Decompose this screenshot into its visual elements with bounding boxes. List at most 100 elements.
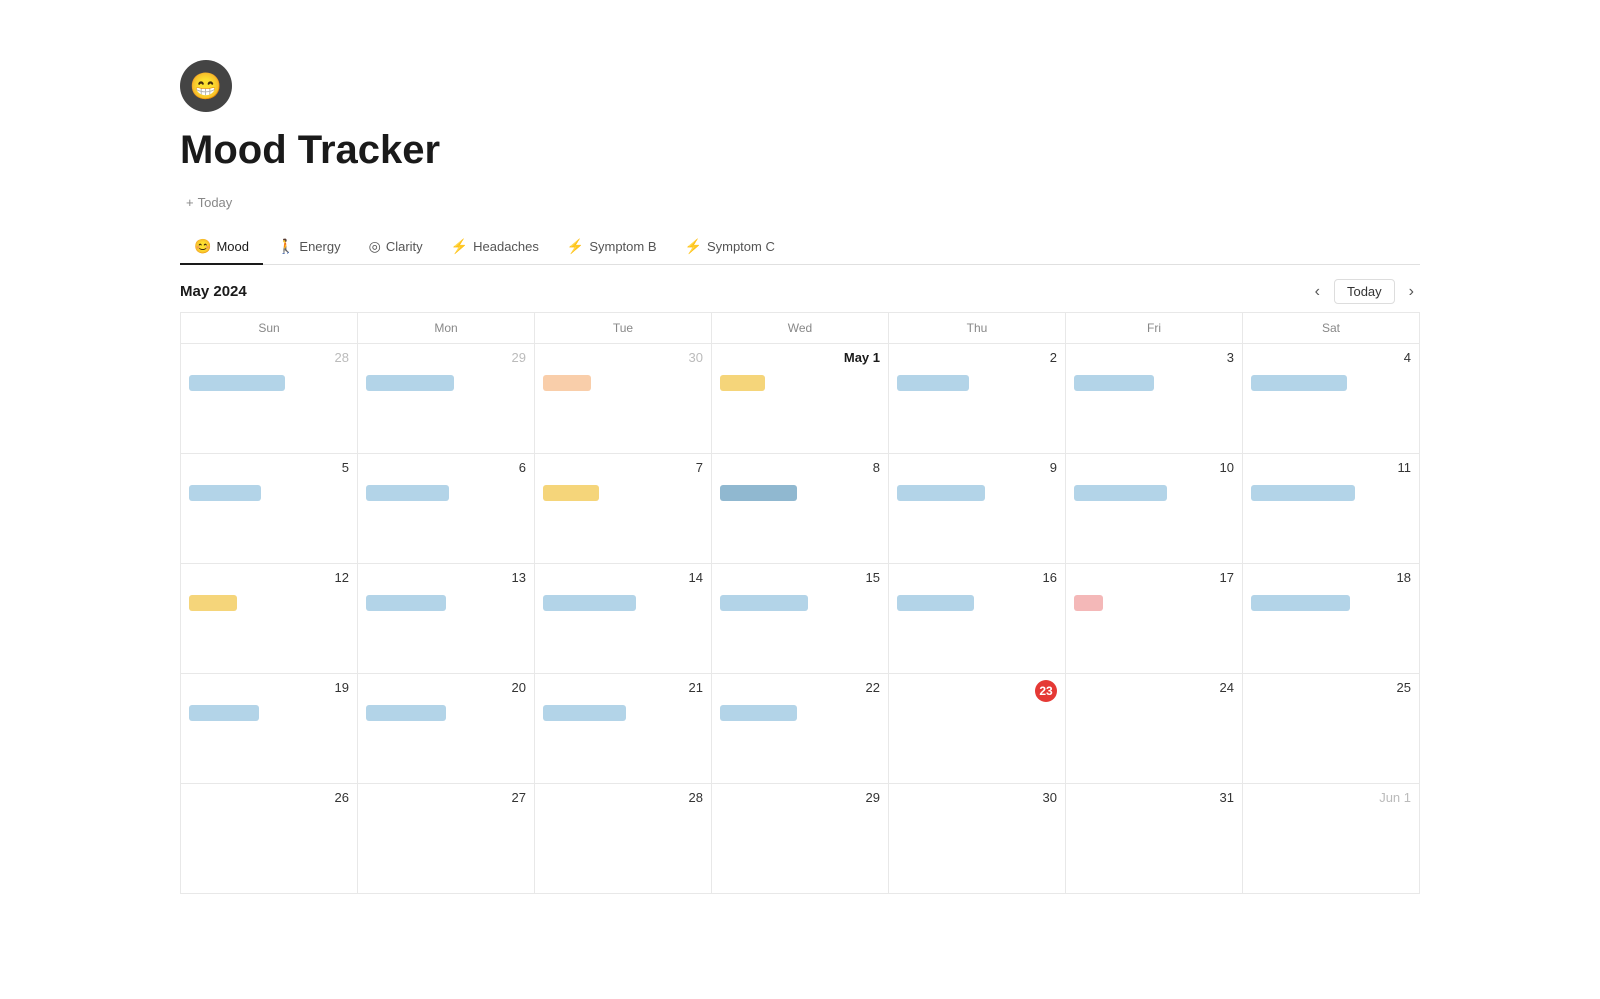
event-bar[interactable] <box>1251 595 1350 611</box>
date-number: 26 <box>335 790 349 805</box>
date-number: 16 <box>1043 570 1057 585</box>
calendar-cell[interactable]: 30 <box>889 784 1066 894</box>
calendar-cell[interactable]: 18 <box>1243 564 1420 674</box>
event-bar[interactable] <box>720 595 808 611</box>
calendar-cell[interactable]: 12 <box>181 564 358 674</box>
event-bar[interactable] <box>189 375 285 391</box>
date-number: 9 <box>1050 460 1057 475</box>
calendar-cell[interactable]: 15 <box>712 564 889 674</box>
event-bar[interactable] <box>543 375 591 391</box>
calendar-cell[interactable]: 23 <box>889 674 1066 784</box>
tab-symptom-c[interactable]: ⚡Symptom C <box>671 230 789 265</box>
event-bar[interactable] <box>366 705 446 721</box>
calendar-cell[interactable]: May 1 <box>712 344 889 454</box>
event-bar[interactable] <box>1251 375 1347 391</box>
date-number: 30 <box>689 350 703 365</box>
calendar-cell[interactable]: 21 <box>535 674 712 784</box>
page-wrapper: 😁 Mood Tracker + Today 😊Mood🚶Energy◎Clar… <box>100 0 1500 934</box>
add-today-button[interactable]: + Today <box>180 191 238 214</box>
calendar-cell[interactable]: 31 <box>1066 784 1243 894</box>
event-bar[interactable] <box>189 485 261 501</box>
calendar-cell[interactable]: 9 <box>889 454 1066 564</box>
next-month-button[interactable]: › <box>1403 281 1420 303</box>
event-bar[interactable] <box>189 705 259 721</box>
date-number: 10 <box>1220 460 1234 475</box>
date-number: 2 <box>1050 350 1057 365</box>
event-bar[interactable] <box>897 485 985 501</box>
calendar-grid: SunMonTueWedThuFriSat 282930May 12345678… <box>180 312 1420 894</box>
calendar-cell[interactable]: 30 <box>535 344 712 454</box>
calendar-cell[interactable]: 8 <box>712 454 889 564</box>
prev-month-button[interactable]: ‹ <box>1309 281 1326 303</box>
tab-headaches[interactable]: ⚡Headaches <box>437 230 553 265</box>
calendar-cell[interactable]: 6 <box>358 454 535 564</box>
event-bar[interactable] <box>366 595 446 611</box>
plus-icon: + <box>186 195 194 210</box>
date-number: 13 <box>512 570 526 585</box>
tab-symptom-b[interactable]: ⚡ Symptom B <box>553 230 671 265</box>
col-header-thu: Thu <box>889 313 1066 344</box>
calendar-cell[interactable]: 20 <box>358 674 535 784</box>
date-number: 17 <box>1220 570 1234 585</box>
event-bar[interactable] <box>1074 375 1154 391</box>
date-number: 29 <box>866 790 880 805</box>
calendar-cell[interactable]: 22 <box>712 674 889 784</box>
calendar-cell[interactable]: 17 <box>1066 564 1243 674</box>
calendar-cell[interactable]: 13 <box>358 564 535 674</box>
event-bar[interactable] <box>543 485 599 501</box>
tab-energy[interactable]: 🚶Energy <box>263 230 355 265</box>
date-number: 15 <box>866 570 880 585</box>
calendar-cell[interactable]: 4 <box>1243 344 1420 454</box>
event-bar[interactable] <box>720 705 797 721</box>
calendar-cell[interactable]: 14 <box>535 564 712 674</box>
date-number: 21 <box>689 680 703 695</box>
calendar-cell[interactable]: 5 <box>181 454 358 564</box>
symptom-b-tab-label: Symptom B <box>589 239 656 254</box>
calendar-cell[interactable]: 11 <box>1243 454 1420 564</box>
event-bar[interactable] <box>897 375 969 391</box>
calendar-cell[interactable]: 25 <box>1243 674 1420 784</box>
calendar-cell[interactable]: 19 <box>181 674 358 784</box>
event-bar[interactable] <box>1251 485 1355 501</box>
event-bar[interactable] <box>189 595 237 611</box>
calendar-cell[interactable]: 29 <box>712 784 889 894</box>
date-number: 3 <box>1227 350 1234 365</box>
calendar-cell[interactable]: 10 <box>1066 454 1243 564</box>
event-bar[interactable] <box>1074 485 1167 501</box>
headaches-tab-icon: ⚡ <box>451 238 468 255</box>
today-nav-button[interactable]: Today <box>1334 279 1395 304</box>
calendar-cell[interactable]: 28 <box>181 344 358 454</box>
event-bar[interactable] <box>543 705 626 721</box>
date-number: 31 <box>1220 790 1234 805</box>
calendar-cell[interactable]: 24 <box>1066 674 1243 784</box>
col-header-mon: Mon <box>358 313 535 344</box>
event-bar[interactable] <box>543 595 636 611</box>
event-bar[interactable] <box>720 485 797 501</box>
event-bar[interactable] <box>1074 595 1103 611</box>
tab-mood[interactable]: 😊 Mood <box>180 230 263 265</box>
energy-tab-label: Energy <box>299 239 340 254</box>
calendar-cell[interactable]: Jun 1 <box>1243 784 1420 894</box>
date-number: 22 <box>866 680 880 695</box>
calendar-header: May 2024 ‹ Today › <box>180 265 1420 312</box>
calendar-cell[interactable]: 28 <box>535 784 712 894</box>
calendar-cell[interactable]: 2 <box>889 344 1066 454</box>
event-bar[interactable] <box>366 375 454 391</box>
calendar-cell[interactable]: 7 <box>535 454 712 564</box>
event-bar[interactable] <box>366 485 449 501</box>
calendar-cell[interactable]: 3 <box>1066 344 1243 454</box>
calendar-cell[interactable]: 29 <box>358 344 535 454</box>
calendar-cell[interactable]: 16 <box>889 564 1066 674</box>
mood-tab-icon: 😊 <box>194 238 211 255</box>
date-number: 28 <box>689 790 703 805</box>
symptom-b-tab-icon: ⚡ <box>567 238 584 255</box>
tab-clarity[interactable]: ◎Clarity <box>355 230 437 265</box>
calendar-cell[interactable]: 27 <box>358 784 535 894</box>
event-bar[interactable] <box>720 375 765 391</box>
date-number: 30 <box>1043 790 1057 805</box>
col-header-wed: Wed <box>712 313 889 344</box>
calendar-cell[interactable]: 26 <box>181 784 358 894</box>
mood-tab-label: Mood <box>216 239 249 254</box>
event-bar[interactable] <box>897 595 974 611</box>
date-number: 4 <box>1404 350 1411 365</box>
